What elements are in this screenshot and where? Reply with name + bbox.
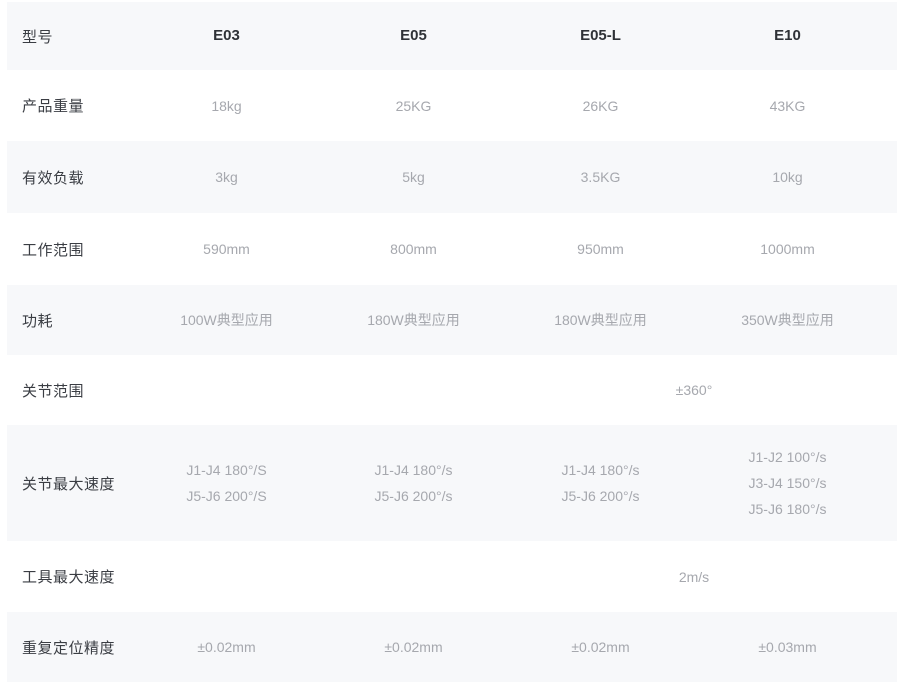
- row-label: 关节范围: [7, 380, 133, 401]
- spec-cell: 180W典型应用: [320, 307, 507, 333]
- spec-cell: J1-J4 180°/s J5-J6 200°/s: [320, 457, 507, 509]
- row-label: 功耗: [7, 310, 133, 331]
- spec-cell: 1000mm: [694, 236, 881, 262]
- spec-cell: 43KG: [694, 93, 881, 119]
- spec-cell: ±0.02mm: [320, 634, 507, 660]
- row-label: 产品重量: [7, 95, 133, 116]
- model-header-e05l: E05-L: [507, 23, 694, 49]
- row-label: 关节最大速度: [7, 473, 133, 494]
- model-header-e03: E03: [133, 23, 320, 49]
- table-header-row: 型号 E03 E05 E05-L E10: [7, 2, 897, 70]
- spec-cell: 3kg: [133, 164, 320, 190]
- spec-cell: 800mm: [320, 236, 507, 262]
- model-header-e10: E10: [694, 23, 881, 49]
- spec-cell: ±0.02mm: [133, 634, 320, 660]
- table-row-payload: 有效负载 3kg 5kg 3.5KG 10kg: [7, 141, 897, 213]
- spec-cell: 10kg: [694, 164, 881, 190]
- spec-cell: ±0.03mm: [694, 634, 881, 660]
- row-label: 有效负载: [7, 167, 133, 188]
- merged-spec-cell: 2m/s: [507, 569, 881, 585]
- table-row-joint-speed: 关节最大速度 J1-J4 180°/S J5-J6 200°/S J1-J4 1…: [7, 425, 897, 541]
- merged-spec-cell: ±360°: [507, 382, 881, 398]
- spec-cell: ±0.02mm: [507, 634, 694, 660]
- spec-cell: 100W典型应用: [133, 307, 320, 333]
- table-row-tool-speed: 工具最大速度 2m/s: [7, 541, 897, 612]
- table-row-joint-range: 关节范围 ±360°: [7, 355, 897, 425]
- table-row-weight: 产品重量 18kg 25KG 26KG 43KG: [7, 70, 897, 141]
- row-label: 重复定位精度: [7, 637, 133, 658]
- spec-cell: J1-J2 100°/s J3-J4 150°/s J5-J6 180°/s: [694, 444, 881, 522]
- table-row-repeatability: 重复定位精度 ±0.02mm ±0.02mm ±0.02mm ±0.03mm: [7, 612, 897, 682]
- spec-cell: 590mm: [133, 236, 320, 262]
- spec-cell: 26KG: [507, 93, 694, 119]
- table-row-power: 功耗 100W典型应用 180W典型应用 180W典型应用 350W典型应用: [7, 285, 897, 355]
- spec-cell: 18kg: [133, 93, 320, 119]
- spec-cell: 5kg: [320, 164, 507, 190]
- row-label: 工具最大速度: [7, 566, 133, 587]
- spec-cell: 25KG: [320, 93, 507, 119]
- spec-cell: 950mm: [507, 236, 694, 262]
- table-row-reach: 工作范围 590mm 800mm 950mm 1000mm: [7, 213, 897, 285]
- spec-cell: 3.5KG: [507, 164, 694, 190]
- row-label: 工作范围: [7, 239, 133, 260]
- spec-cell: 180W典型应用: [507, 307, 694, 333]
- header-row-label: 型号: [7, 26, 133, 47]
- spec-cell: 350W典型应用: [694, 307, 881, 333]
- spec-table: 型号 E03 E05 E05-L E10 产品重量 18kg 25KG 26KG…: [7, 2, 897, 682]
- model-header-e05: E05: [320, 23, 507, 49]
- spec-cell: J1-J4 180°/S J5-J6 200°/S: [133, 457, 320, 509]
- spec-cell: J1-J4 180°/s J5-J6 200°/s: [507, 457, 694, 509]
